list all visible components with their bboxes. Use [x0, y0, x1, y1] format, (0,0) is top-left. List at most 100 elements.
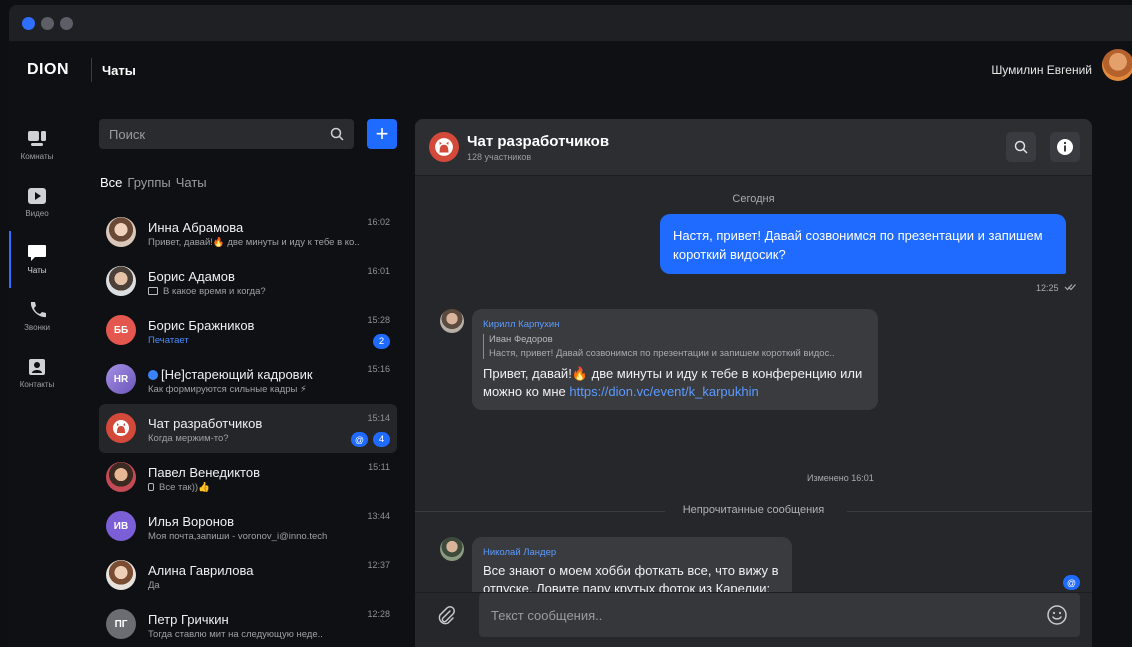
message-area[interactable]: Сегодня Настя, привет! Давай созвонимся … [415, 176, 1092, 592]
new-chat-button[interactable]: + [367, 119, 397, 149]
search-input[interactable] [109, 126, 330, 142]
message-text: Привет, давай!🔥 две минуты и иду к тебе … [483, 365, 867, 400]
avatar: HR [106, 364, 136, 394]
app-header: DION Чаты Шумилин Евгений [9, 41, 1132, 97]
chat-item[interactable]: Алина Гаврилова Да 12:37 [99, 551, 397, 600]
chat-avatar[interactable] [429, 132, 459, 162]
double-check-icon [1064, 284, 1076, 291]
message-meta: 12:25 [1036, 283, 1076, 293]
reply-text: Настя, привет! Давай созвонимся по презе… [489, 348, 835, 359]
emoji-icon[interactable] [1046, 604, 1068, 626]
header-divider [91, 58, 92, 82]
search-icon[interactable] [330, 127, 344, 141]
filter-groups[interactable]: Группы [127, 175, 170, 190]
chat-panel: Чат разработчиков 128 участников Сегодня… [415, 119, 1092, 647]
incoming-message[interactable]: Николай Ландер Все знают о моем хобби фо… [472, 537, 792, 592]
chat-item[interactable]: Инна Абрамова Привет, давай!🔥 две минуты… [99, 208, 397, 257]
contacts-icon [29, 359, 45, 375]
chat-time: 16:01 [367, 266, 390, 276]
chat-icon [28, 245, 46, 261]
chat-time: 12:37 [367, 560, 390, 570]
title-bar [9, 5, 1132, 41]
chat-preview: Как формируются сильные кадры ⚡ [148, 384, 307, 395]
chat-item[interactable]: ББ Борис Бражников Печатает 15:28 2 [99, 306, 397, 355]
chat-name: Чат разработчиков [148, 416, 263, 431]
chat-search-button[interactable] [1006, 132, 1036, 162]
chat-item[interactable]: Борис Адамов В какое время и когда? 16:0… [99, 257, 397, 306]
chat-name: [Не]стареющий кадровик [148, 367, 313, 382]
chat-name: Алина Гаврилова [148, 563, 254, 578]
chat-time: 15:16 [367, 364, 390, 374]
chat-preview-text: Все так))👍 [159, 482, 210, 493]
chat-time: 15:14 [367, 413, 390, 423]
chat-item[interactable]: ПГ Петр Гричкин Тогда ставлю мит на след… [99, 600, 397, 647]
user-name[interactable]: Шумилин Евгений [991, 63, 1092, 77]
app-window: DION Чаты Шумилин Евгений Комнаты Видео … [9, 5, 1132, 647]
chat-name: Илья Воронов [148, 514, 235, 529]
chat-preview: Когда мержим-то? [148, 433, 229, 444]
message-author[interactable]: Кирилл Карпухин [483, 319, 867, 330]
member-count: 128 участников [467, 152, 532, 162]
chat-preview: Моя почта,запиши - voronov_i@inno.tech [148, 531, 328, 542]
rail-label: Комнаты [20, 152, 54, 161]
phone-icon [30, 302, 46, 318]
search-icon [1014, 140, 1028, 154]
github-icon [435, 138, 453, 156]
avatar[interactable] [440, 309, 464, 333]
video-icon [28, 188, 46, 204]
avatar: ББ [106, 315, 136, 345]
avatar: ИВ [106, 511, 136, 541]
rail-item-calls[interactable]: Звонки [9, 288, 65, 345]
rail-item-video[interactable]: Видео [9, 174, 65, 231]
chat-list: Инна Абрамова Привет, давай!🔥 две минуты… [99, 208, 397, 647]
mention-jump-badge[interactable]: @ [1063, 575, 1080, 590]
reply-quote[interactable]: Иван Федоров Настя, привет! Давай созвон… [483, 334, 867, 359]
unread-badge: 2 [373, 334, 390, 349]
chat-time: 16:02 [367, 217, 390, 227]
close-window-button[interactable] [22, 16, 35, 30]
chat-preview: Все так))👍 [148, 482, 210, 493]
incoming-message[interactable]: Кирилл Карпухин Иван Федоров Настя, прив… [472, 309, 878, 410]
chat-item[interactable]: Павел Венедиктов Все так))👍 15:11 [99, 453, 397, 502]
user-avatar[interactable] [1102, 49, 1132, 81]
message-text: Все знают о моем хобби фоткать все, что … [483, 563, 779, 592]
avatar[interactable] [440, 537, 464, 561]
rail-item-chats[interactable]: Чаты [9, 231, 65, 288]
message-input-box[interactable] [479, 593, 1080, 637]
filter-chats[interactable]: Чаты [176, 175, 207, 190]
info-icon [1057, 139, 1073, 155]
unread-label: Непрочитанные сообщения [682, 504, 825, 516]
dion-logo[interactable]: DION [27, 61, 69, 79]
filter-all[interactable]: Все [100, 175, 122, 190]
rail-label: Видео [25, 209, 49, 218]
chat-name: Павел Венедиктов [148, 465, 260, 480]
rail-item-contacts[interactable]: Контакты [9, 345, 65, 402]
message-author[interactable]: Николай Ландер [483, 547, 781, 558]
chat-item[interactable]: HR [Не]стареющий кадровик Как формируютс… [99, 355, 397, 404]
chat-time: 13:44 [367, 511, 390, 521]
mention-badge: @ [351, 432, 368, 447]
chat-info-button[interactable] [1050, 132, 1080, 162]
chat-preview: Привет, давай!🔥 две минуты и иду к тебе … [148, 237, 360, 248]
edited-label: Изменено 16:01 [807, 473, 874, 483]
date-separator: Сегодня [732, 193, 775, 205]
paperclip-icon[interactable] [435, 605, 457, 627]
video-message-icon [148, 287, 158, 295]
outgoing-message[interactable]: Настя, привет! Давай созвонимся по презе… [660, 214, 1066, 274]
message-link[interactable]: https://dion.vc/event/k_karpukhin [569, 384, 758, 399]
chat-name: Борис Адамов [148, 269, 235, 284]
maximize-window-button[interactable] [60, 16, 73, 30]
chat-item[interactable]: ИВ Илья Воронов Моя почта,запиши - voron… [99, 502, 397, 551]
rail-item-rooms[interactable]: Комнаты [9, 117, 65, 174]
avatar [106, 462, 136, 492]
chat-time: 15:28 [367, 315, 390, 325]
message-input[interactable] [491, 607, 1046, 623]
search-box[interactable] [99, 119, 354, 149]
minimize-window-button[interactable] [41, 16, 54, 30]
unread-badge: 4 [373, 432, 390, 447]
rail-label: Чаты [27, 266, 47, 275]
chat-time: 15:11 [368, 462, 390, 472]
chat-title[interactable]: Чат разработчиков [467, 133, 609, 150]
chat-item-selected[interactable]: Чат разработчиков Когда мержим-то? 15:14… [99, 404, 397, 453]
section-title: Чаты [102, 63, 136, 78]
